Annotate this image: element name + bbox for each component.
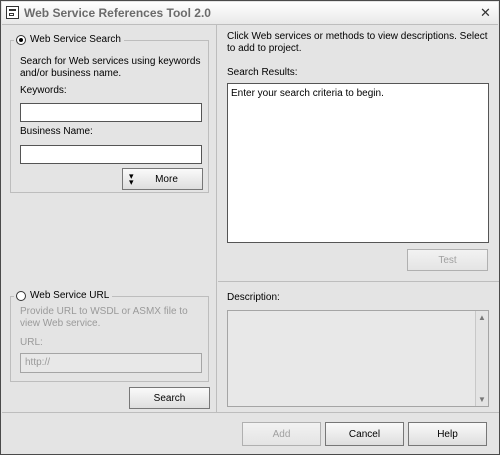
results-placeholder-text: Enter your search criteria to begin. [231,88,384,99]
more-button[interactable]: ▾ ▾ More [122,168,203,190]
web-service-search-radio[interactable]: Web Service Search [14,34,124,45]
left-panel: Web Service Search Search for Web servic… [2,25,217,412]
window-title: Web Service References Tool 2.0 [24,6,211,20]
business-name-label: Business Name: [20,126,93,137]
help-button[interactable]: Help [408,422,487,446]
radio-unchecked-icon [16,290,26,301]
test-button[interactable]: Test [407,249,488,271]
search-description: Search for Web services using keywords a… [20,56,201,79]
radio-checked-icon [16,34,26,45]
app-icon [6,6,19,19]
description-label: Description: [227,292,280,303]
description-panel: Description: ▲ ▼ [218,282,499,412]
business-name-input[interactable] [20,145,202,164]
web-service-url-radio[interactable]: Web Service URL [14,290,113,301]
search-results-label: Search Results: [227,67,298,78]
web-service-search-group: Web Service Search Search for Web servic… [10,34,209,193]
more-button-label: More [155,173,178,185]
dialog-window: Web Service References Tool 2.0 ✕ Web Se… [0,0,500,455]
search-button[interactable]: Search [129,387,210,409]
keywords-input[interactable] [20,103,202,122]
web-service-url-label: Web Service URL [30,290,110,301]
close-icon[interactable]: ✕ [478,5,493,20]
footer-bar: Add Cancel Help [2,412,499,455]
scroll-down-icon[interactable]: ▼ [478,395,486,404]
search-results-panel: Click Web services or methods to view de… [218,25,499,282]
web-service-url-group: Web Service URL Provide URL to WSDL or A… [10,290,209,382]
url-label: URL: [20,337,43,348]
double-chevron-down-icon: ▾ ▾ [129,171,134,187]
keywords-label: Keywords: [20,85,67,96]
description-box: ▲ ▼ [227,310,489,407]
search-results-list[interactable]: Enter your search criteria to begin. [227,83,489,243]
add-button[interactable]: Add [242,422,321,446]
scroll-up-icon[interactable]: ▲ [478,313,486,322]
description-scrollbar[interactable]: ▲ ▼ [475,311,488,406]
url-input[interactable]: http:// [20,353,202,373]
url-description: Provide URL to WSDL or ASMX file to view… [20,306,188,329]
instructions-text: Click Web services or methods to view de… [227,31,488,54]
web-service-search-label: Web Service Search [30,34,121,45]
title-bar[interactable]: Web Service References Tool 2.0 ✕ [2,2,498,25]
cancel-button[interactable]: Cancel [325,422,404,446]
